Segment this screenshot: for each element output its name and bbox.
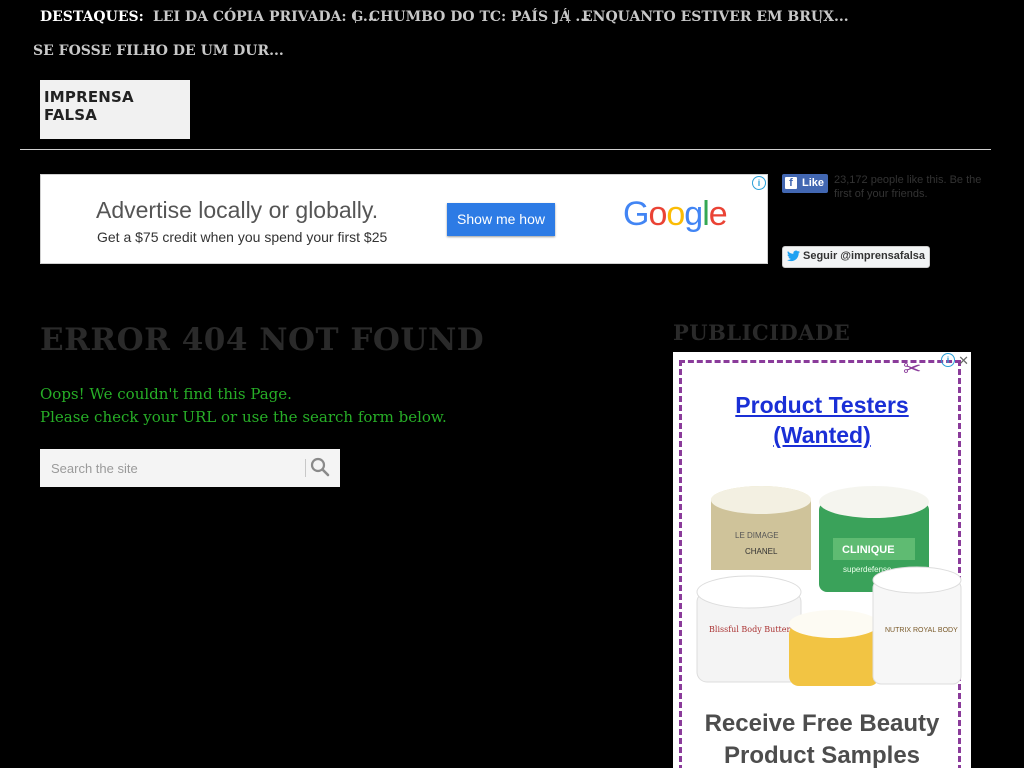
page-title: ERROR 404 NOT FOUND bbox=[40, 322, 485, 358]
ticker-divider bbox=[355, 10, 356, 23]
ad-info-icon[interactable]: i bbox=[941, 353, 955, 367]
site-logo-text: IMPRENSA FALSA bbox=[44, 88, 134, 124]
twitter-follow-label: Seguir @imprensafalsa bbox=[803, 250, 925, 262]
google-ad-banner[interactable]: Advertise locally or globally. Get a $75… bbox=[40, 174, 768, 264]
ad-footer: Receive Free Beauty Product Samples bbox=[673, 708, 971, 768]
svg-text:LE DIMAGE: LE DIMAGE bbox=[735, 531, 779, 540]
sidebar-title: PUBLICIDADE bbox=[673, 320, 851, 345]
facebook-like-label: Like bbox=[802, 177, 825, 189]
ticker-divider bbox=[568, 10, 569, 23]
ad-headline-line-1: Product Testers bbox=[735, 392, 909, 418]
search-icon bbox=[310, 457, 330, 477]
search-form bbox=[40, 449, 340, 487]
show-me-how-button[interactable]: Show me how bbox=[447, 203, 555, 236]
header-divider bbox=[20, 149, 991, 150]
ad-info-icon[interactable]: i bbox=[752, 176, 766, 190]
facebook-icon: f bbox=[785, 177, 797, 189]
sidebar-ad[interactable]: ✂ i ✕ Product Testers (Wanted) LE DIMAGE… bbox=[673, 352, 971, 768]
ticker-label: DESTAQUES: bbox=[40, 9, 144, 25]
error-message-line-2: Please check your URL or use the search … bbox=[40, 408, 447, 426]
site-logo[interactable]: IMPRENSA FALSA bbox=[40, 80, 190, 139]
svg-text:NUTRIX ROYAL BODY: NUTRIX ROYAL BODY bbox=[885, 627, 958, 634]
search-divider bbox=[305, 459, 306, 477]
ad-headline-line-2: (Wanted) bbox=[773, 422, 871, 448]
svg-text:CLINIQUE: CLINIQUE bbox=[842, 544, 895, 556]
ad-close-icon[interactable]: ✕ bbox=[958, 353, 969, 369]
ticker-link-1[interactable]: LEI DA CÓPIA PRIVADA: G... bbox=[153, 9, 377, 25]
ticker-link-2[interactable]: CHUMBO DO TC: PAÍS JÁ ... bbox=[369, 9, 590, 25]
ad-footer-line-2: Product Samples bbox=[723, 742, 921, 768]
scissors-icon: ✂ bbox=[903, 356, 922, 381]
ad-headline[interactable]: Product Testers (Wanted) bbox=[673, 390, 971, 450]
cosmetic-jars-image: LE DIMAGE CHANEL CLINIQUE superdefense B… bbox=[696, 486, 962, 686]
search-button[interactable] bbox=[310, 457, 334, 479]
twitter-bird-icon bbox=[787, 250, 800, 265]
ticker-link-4[interactable]: SE FOSSE FILHO DE UM DUR... bbox=[33, 43, 284, 59]
ad-headline: Advertise locally or globally. bbox=[96, 197, 379, 223]
twitter-follow-button[interactable]: Seguir @imprensafalsa bbox=[782, 246, 930, 268]
error-message-line-1: Oops! We couldn't find this Page. bbox=[40, 385, 292, 403]
search-input[interactable] bbox=[40, 449, 300, 487]
svg-text:Blissful Body Butter: Blissful Body Butter bbox=[709, 625, 790, 634]
ad-subline: Get a $75 credit when you spend your fir… bbox=[97, 229, 388, 245]
svg-text:CHANEL: CHANEL bbox=[745, 547, 778, 556]
ad-footer-line-1: Receive Free Beauty bbox=[704, 710, 940, 737]
ticker-link-3[interactable]: ENQUANTO ESTIVER EM BRUX... bbox=[582, 9, 849, 25]
facebook-like-count: 23,172 people like this. Be the first of… bbox=[834, 174, 982, 200]
google-logo: Google bbox=[623, 195, 728, 233]
ticker-divider bbox=[820, 10, 821, 23]
facebook-like-button[interactable]: f Like bbox=[782, 174, 828, 193]
